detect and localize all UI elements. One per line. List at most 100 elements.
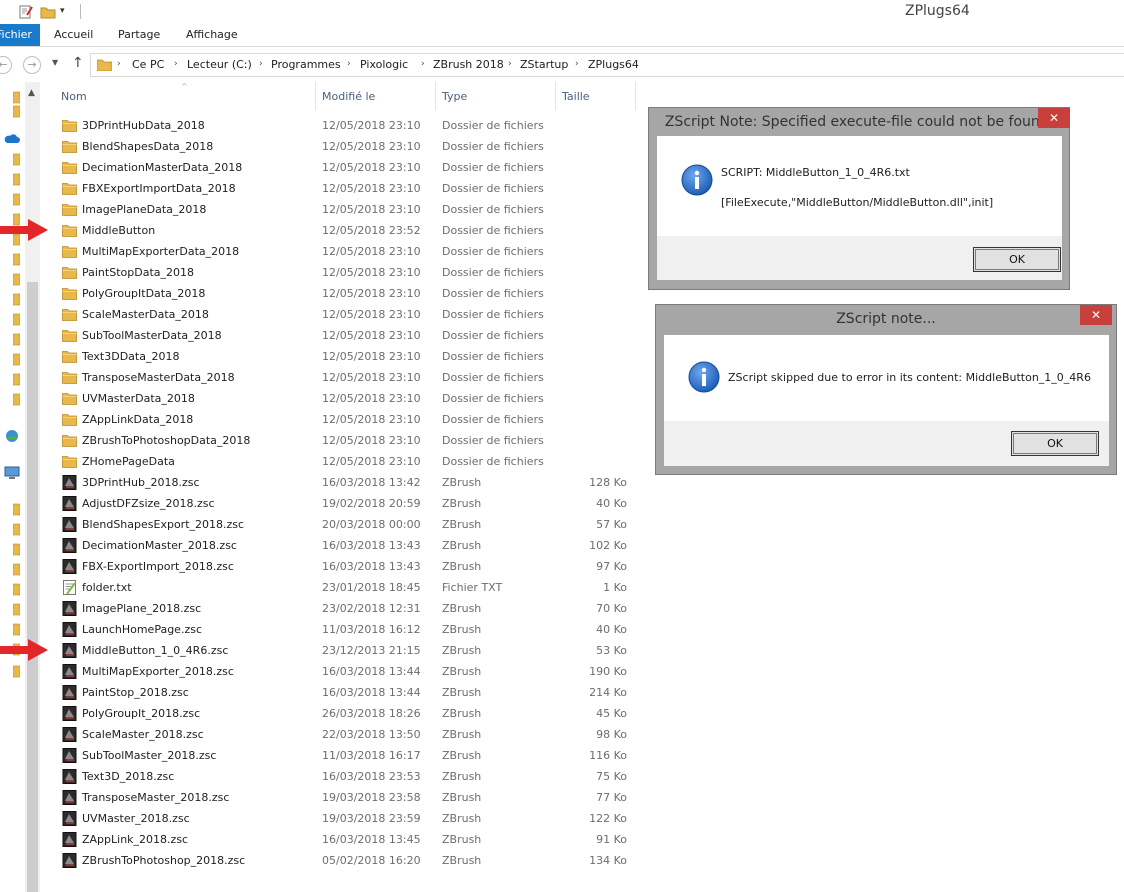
file-row[interactable]: UVMaster_2018.zsc 19/03/2018 23:59 ZBrush 1…: [40, 808, 640, 829]
new-folder-icon[interactable]: [40, 4, 56, 20]
column-divider[interactable]: [635, 82, 636, 110]
network-icon[interactable]: [4, 428, 20, 442]
folder-icon[interactable]: [12, 664, 21, 678]
back-icon[interactable]: ←: [0, 56, 12, 74]
breadcrumb-item[interactable]: ZBrush 2018: [433, 58, 504, 71]
folder-icon[interactable]: [12, 192, 21, 206]
file-row[interactable]: MiddleButton 12/05/2018 23:52 Dossier de f…: [40, 220, 640, 241]
breadcrumb-arrow-icon[interactable]: ›: [347, 59, 351, 69]
folder-icon[interactable]: [12, 542, 21, 556]
column-divider[interactable]: [315, 82, 316, 110]
breadcrumb-arrow-icon[interactable]: ›: [259, 59, 263, 69]
file-row[interactable]: UVMasterData_2018 12/05/2018 23:10 Dossier…: [40, 388, 640, 409]
file-row[interactable]: FBXExportImportData_2018 12/05/2018 23:10…: [40, 178, 640, 199]
breadcrumb-arrow-icon[interactable]: ›: [575, 59, 579, 69]
folder-icon[interactable]: [12, 272, 21, 286]
close-button[interactable]: ✕: [1038, 108, 1070, 128]
file-row[interactable]: BlendShapesExport_2018.zsc 20/03/2018 00:…: [40, 514, 640, 535]
address-bar[interactable]: › Ce PC › Lecteur (C:) › Programmes › Pi…: [90, 53, 1124, 77]
folder-icon[interactable]: [12, 172, 21, 186]
column-divider[interactable]: [435, 82, 436, 110]
file-row[interactable]: MultiMapExporter_2018.zsc 16/03/2018 13:4…: [40, 661, 640, 682]
breadcrumb-item[interactable]: ZStartup: [520, 58, 568, 71]
folder-icon[interactable]: [12, 582, 21, 596]
file-row[interactable]: TransposeMasterData_2018 12/05/2018 23:10…: [40, 367, 640, 388]
file-row[interactable]: ImagePlaneData_2018 12/05/2018 23:10 Dossi…: [40, 199, 640, 220]
file-row[interactable]: PolyGroupIt_2018.zsc 26/03/2018 18:26 ZBru…: [40, 703, 640, 724]
file-row[interactable]: ZAppLinkData_2018 12/05/2018 23:10 Dossier…: [40, 409, 640, 430]
file-row[interactable]: DecimationMasterData_2018 12/05/2018 23:1…: [40, 157, 640, 178]
file-row[interactable]: ScaleMasterData_2018 12/05/2018 23:10 Doss…: [40, 304, 640, 325]
file-row[interactable]: AdjustDFZsize_2018.zsc 19/02/2018 20:59 ZB…: [40, 493, 640, 514]
folder-icon[interactable]: [12, 104, 21, 118]
folder-icon[interactable]: [12, 602, 21, 616]
folder-icon[interactable]: [12, 332, 21, 346]
file-row[interactable]: MiddleButton_1_0_4R6.zsc 23/12/2013 21:15…: [40, 640, 640, 661]
folder-icon[interactable]: [12, 502, 21, 516]
file-row[interactable]: folder.txt 23/01/2018 18:45 Fichier TXT 1 K…: [40, 577, 640, 598]
file-row[interactable]: PaintStopData_2018 12/05/2018 23:10 Dossie…: [40, 262, 640, 283]
ok-button[interactable]: OK: [973, 247, 1061, 272]
file-row[interactable]: ScaleMaster_2018.zsc 22/03/2018 13:50 ZBru…: [40, 724, 640, 745]
column-size[interactable]: Taille: [562, 90, 590, 103]
file-row[interactable]: SubToolMaster_2018.zsc 11/03/2018 16:17 ZB…: [40, 745, 640, 766]
breadcrumb-item[interactable]: Pixologic: [360, 58, 408, 71]
file-row[interactable]: ZAppLink_2018.zsc 16/03/2018 13:45 ZBrush 9…: [40, 829, 640, 850]
file-row[interactable]: 3DPrintHub_2018.zsc 16/03/2018 13:42 ZBrus…: [40, 472, 640, 493]
folder-icon[interactable]: [12, 622, 21, 636]
folder-icon[interactable]: [12, 152, 21, 166]
breadcrumb-item[interactable]: Ce PC: [132, 58, 164, 71]
qat-dropdown-icon[interactable]: ▾: [60, 6, 76, 22]
properties-icon[interactable]: [18, 4, 34, 20]
breadcrumb-item[interactable]: Lecteur (C:): [187, 58, 252, 71]
tab-view[interactable]: Affichage: [186, 24, 238, 46]
breadcrumb-item[interactable]: Programmes: [271, 58, 341, 71]
column-modified[interactable]: Modifié le: [322, 90, 375, 103]
folder-icon[interactable]: [12, 522, 21, 536]
folder-icon[interactable]: [12, 392, 21, 406]
column-divider[interactable]: [555, 82, 556, 110]
file-row[interactable]: PolyGroupItData_2018 12/05/2018 23:10 Doss…: [40, 283, 640, 304]
folder-icon[interactable]: [12, 252, 21, 266]
file-row[interactable]: DecimationMaster_2018.zsc 16/03/2018 13:4…: [40, 535, 640, 556]
file-row[interactable]: 3DPrintHubData_2018 12/05/2018 23:10 Dossi…: [40, 115, 640, 136]
file-row[interactable]: MultiMapExporterData_2018 12/05/2018 23:1…: [40, 241, 640, 262]
up-icon[interactable]: ↑: [72, 55, 84, 71]
tab-home[interactable]: Accueil: [54, 24, 93, 46]
file-row[interactable]: ZHomePageData 12/05/2018 23:10 Dossier de …: [40, 451, 640, 472]
scroll-thumb[interactable]: [27, 282, 38, 892]
breadcrumb-arrow-icon[interactable]: ›: [117, 59, 121, 69]
scroll-up-icon[interactable]: ▲: [28, 88, 35, 98]
file-row[interactable]: LaunchHomePage.zsc 11/03/2018 16:12 ZBrush…: [40, 619, 640, 640]
file-row[interactable]: PaintStop_2018.zsc 16/03/2018 13:44 ZBrush…: [40, 682, 640, 703]
breadcrumb-arrow-icon[interactable]: ›: [174, 59, 178, 69]
file-row[interactable]: Text3D_2018.zsc 16/03/2018 23:53 ZBrush 75 …: [40, 766, 640, 787]
folder-icon[interactable]: [12, 90, 21, 104]
file-row[interactable]: Text3DData_2018 12/05/2018 23:10 Dossier d…: [40, 346, 640, 367]
file-row[interactable]: ZBrushToPhotoshop_2018.zsc 05/02/2018 16:…: [40, 850, 640, 871]
close-button[interactable]: ✕: [1080, 305, 1112, 325]
column-name[interactable]: Nom: [61, 90, 87, 103]
file-row[interactable]: SubToolMasterData_2018 12/05/2018 23:10 Do…: [40, 325, 640, 346]
file-row[interactable]: ImagePlane_2018.zsc 23/02/2018 12:31 ZBrus…: [40, 598, 640, 619]
file-row[interactable]: FBX-ExportImport_2018.zsc 16/03/2018 13:4…: [40, 556, 640, 577]
folder-icon[interactable]: [12, 562, 21, 576]
file-row[interactable]: ZBrushToPhotoshopData_2018 12/05/2018 23:…: [40, 430, 640, 451]
folder-icon[interactable]: [12, 312, 21, 326]
breadcrumb-arrow-icon[interactable]: ›: [421, 59, 425, 69]
recent-locations-icon[interactable]: ▼: [52, 58, 58, 67]
folder-icon[interactable]: [12, 292, 21, 306]
onedrive-icon[interactable]: [4, 134, 21, 148]
breadcrumb-item[interactable]: ZPlugs64: [588, 58, 639, 71]
computer-icon[interactable]: [4, 466, 20, 480]
tab-share[interactable]: Partage: [118, 24, 160, 46]
forward-icon[interactable]: →: [23, 56, 41, 74]
breadcrumb-arrow-icon[interactable]: ›: [508, 59, 512, 69]
ok-button[interactable]: OK: [1011, 431, 1099, 456]
folder-icon[interactable]: [12, 372, 21, 386]
file-row[interactable]: TransposeMaster_2018.zsc 19/03/2018 23:58…: [40, 787, 640, 808]
file-row[interactable]: BlendShapesData_2018 12/05/2018 23:10 Doss…: [40, 136, 640, 157]
folder-icon[interactable]: [12, 352, 21, 366]
column-type[interactable]: Type: [442, 90, 467, 103]
tab-file[interactable]: Fichier: [0, 24, 40, 46]
